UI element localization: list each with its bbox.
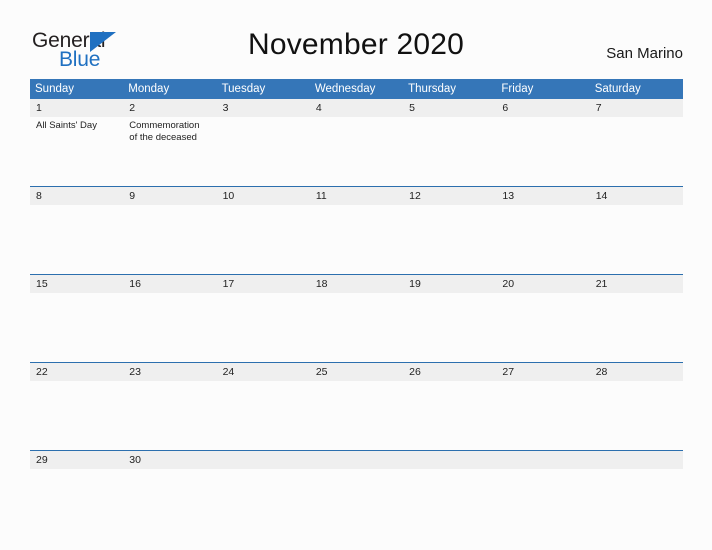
day-number[interactable]: 7 xyxy=(589,99,683,117)
day-number[interactable]: 5 xyxy=(403,99,497,117)
day-cell[interactable] xyxy=(403,293,497,363)
day-cell[interactable] xyxy=(216,381,310,451)
day-number[interactable]: 18 xyxy=(309,274,404,293)
day-number[interactable] xyxy=(309,450,404,469)
day-number[interactable] xyxy=(216,450,310,469)
day-number[interactable]: 2 xyxy=(123,99,217,117)
calendar-body: 1 2 3 4 5 6 7 All Saints' Day Commemorat… xyxy=(30,99,683,490)
day-number[interactable]: 26 xyxy=(403,362,497,381)
day-number[interactable]: 27 xyxy=(496,362,590,381)
day-number[interactable]: 22 xyxy=(30,362,124,381)
day-number[interactable]: 15 xyxy=(30,274,124,293)
page-header: General Blue November 2020 San Marino xyxy=(0,0,712,78)
day-number[interactable]: 6 xyxy=(496,99,590,117)
day-number[interactable]: 11 xyxy=(309,186,404,205)
day-number[interactable]: 3 xyxy=(216,99,310,117)
weekday-header-saturday: Saturday xyxy=(589,79,683,99)
day-cell[interactable] xyxy=(589,469,683,490)
week-event-row xyxy=(30,205,683,275)
day-number[interactable]: 13 xyxy=(496,186,590,205)
week-date-row: 8 9 10 11 12 13 14 xyxy=(30,186,683,205)
day-cell[interactable] xyxy=(589,117,683,187)
day-cell[interactable] xyxy=(589,293,683,363)
weekday-header-thursday: Thursday xyxy=(403,79,497,99)
event-label: All Saints' Day xyxy=(36,120,97,131)
day-number[interactable]: 12 xyxy=(403,186,497,205)
day-cell[interactable] xyxy=(496,381,590,451)
day-cell[interactable] xyxy=(589,205,683,275)
day-cell[interactable] xyxy=(403,381,497,451)
week-date-row: 15 16 17 18 19 20 21 xyxy=(30,274,683,293)
day-cell[interactable] xyxy=(589,381,683,451)
day-cell[interactable] xyxy=(216,293,310,363)
day-number[interactable]: 1 xyxy=(30,99,124,117)
calendar-header-row: Sunday Monday Tuesday Wednesday Thursday… xyxy=(30,79,683,99)
day-cell[interactable] xyxy=(216,469,310,490)
day-number[interactable]: 25 xyxy=(309,362,404,381)
day-number[interactable]: 9 xyxy=(123,186,217,205)
weekday-header-monday: Monday xyxy=(123,79,217,99)
page-title: November 2020 xyxy=(247,28,465,61)
day-cell[interactable]: Commemoration of the deceased xyxy=(123,117,217,187)
day-cell[interactable] xyxy=(496,117,590,187)
day-number[interactable]: 16 xyxy=(123,274,217,293)
day-cell[interactable] xyxy=(30,381,124,451)
week-event-row xyxy=(30,381,683,451)
day-number[interactable]: 20 xyxy=(496,274,590,293)
day-number[interactable]: 8 xyxy=(30,186,124,205)
week-event-row xyxy=(30,293,683,363)
week-date-row: 22 23 24 25 26 27 28 xyxy=(30,362,683,381)
day-number[interactable]: 23 xyxy=(123,362,217,381)
day-cell[interactable] xyxy=(309,293,404,363)
day-number[interactable]: 19 xyxy=(403,274,497,293)
day-cell[interactable] xyxy=(216,117,310,187)
day-cell[interactable] xyxy=(496,205,590,275)
calendar-table: Sunday Monday Tuesday Wednesday Thursday… xyxy=(30,79,683,490)
day-cell[interactable] xyxy=(123,205,217,275)
day-cell[interactable] xyxy=(123,293,217,363)
week-event-row: All Saints' Day Commemoration of the dec… xyxy=(30,117,683,187)
day-number[interactable]: 10 xyxy=(216,186,310,205)
day-number[interactable]: 4 xyxy=(309,99,404,117)
day-cell[interactable] xyxy=(403,117,497,187)
day-cell[interactable] xyxy=(403,205,497,275)
day-cell[interactable] xyxy=(309,469,404,490)
day-cell[interactable] xyxy=(496,293,590,363)
day-cell[interactable] xyxy=(30,293,124,363)
weekday-header-friday: Friday xyxy=(496,79,590,99)
day-number[interactable]: 30 xyxy=(123,450,217,469)
day-cell[interactable] xyxy=(496,469,590,490)
day-cell[interactable] xyxy=(123,381,217,451)
day-cell[interactable] xyxy=(309,205,404,275)
weekday-header-tuesday: Tuesday xyxy=(216,79,310,99)
day-cell[interactable]: All Saints' Day xyxy=(30,117,124,187)
day-cell[interactable] xyxy=(403,469,497,490)
weekday-header-wednesday: Wednesday xyxy=(309,79,404,99)
day-number[interactable]: 24 xyxy=(216,362,310,381)
day-number[interactable]: 14 xyxy=(589,186,683,205)
day-number[interactable] xyxy=(496,450,590,469)
location-label: San Marino xyxy=(606,45,683,62)
week-event-row xyxy=(30,469,683,490)
day-cell[interactable] xyxy=(309,117,404,187)
day-cell[interactable] xyxy=(30,469,124,490)
day-cell[interactable] xyxy=(216,205,310,275)
day-number[interactable] xyxy=(403,450,497,469)
week-date-row: 29 30 xyxy=(30,450,683,469)
day-number[interactable] xyxy=(589,450,683,469)
day-cell[interactable] xyxy=(30,205,124,275)
weekday-header-sunday: Sunday xyxy=(30,79,124,99)
day-cell[interactable] xyxy=(309,381,404,451)
week-date-row: 1 2 3 4 5 6 7 xyxy=(30,99,683,117)
day-number[interactable]: 28 xyxy=(589,362,683,381)
day-cell[interactable] xyxy=(123,469,217,490)
day-number[interactable]: 21 xyxy=(589,274,683,293)
day-number[interactable]: 29 xyxy=(30,450,124,469)
event-label: Commemoration of the deceased xyxy=(129,120,200,143)
day-number[interactable]: 17 xyxy=(216,274,310,293)
